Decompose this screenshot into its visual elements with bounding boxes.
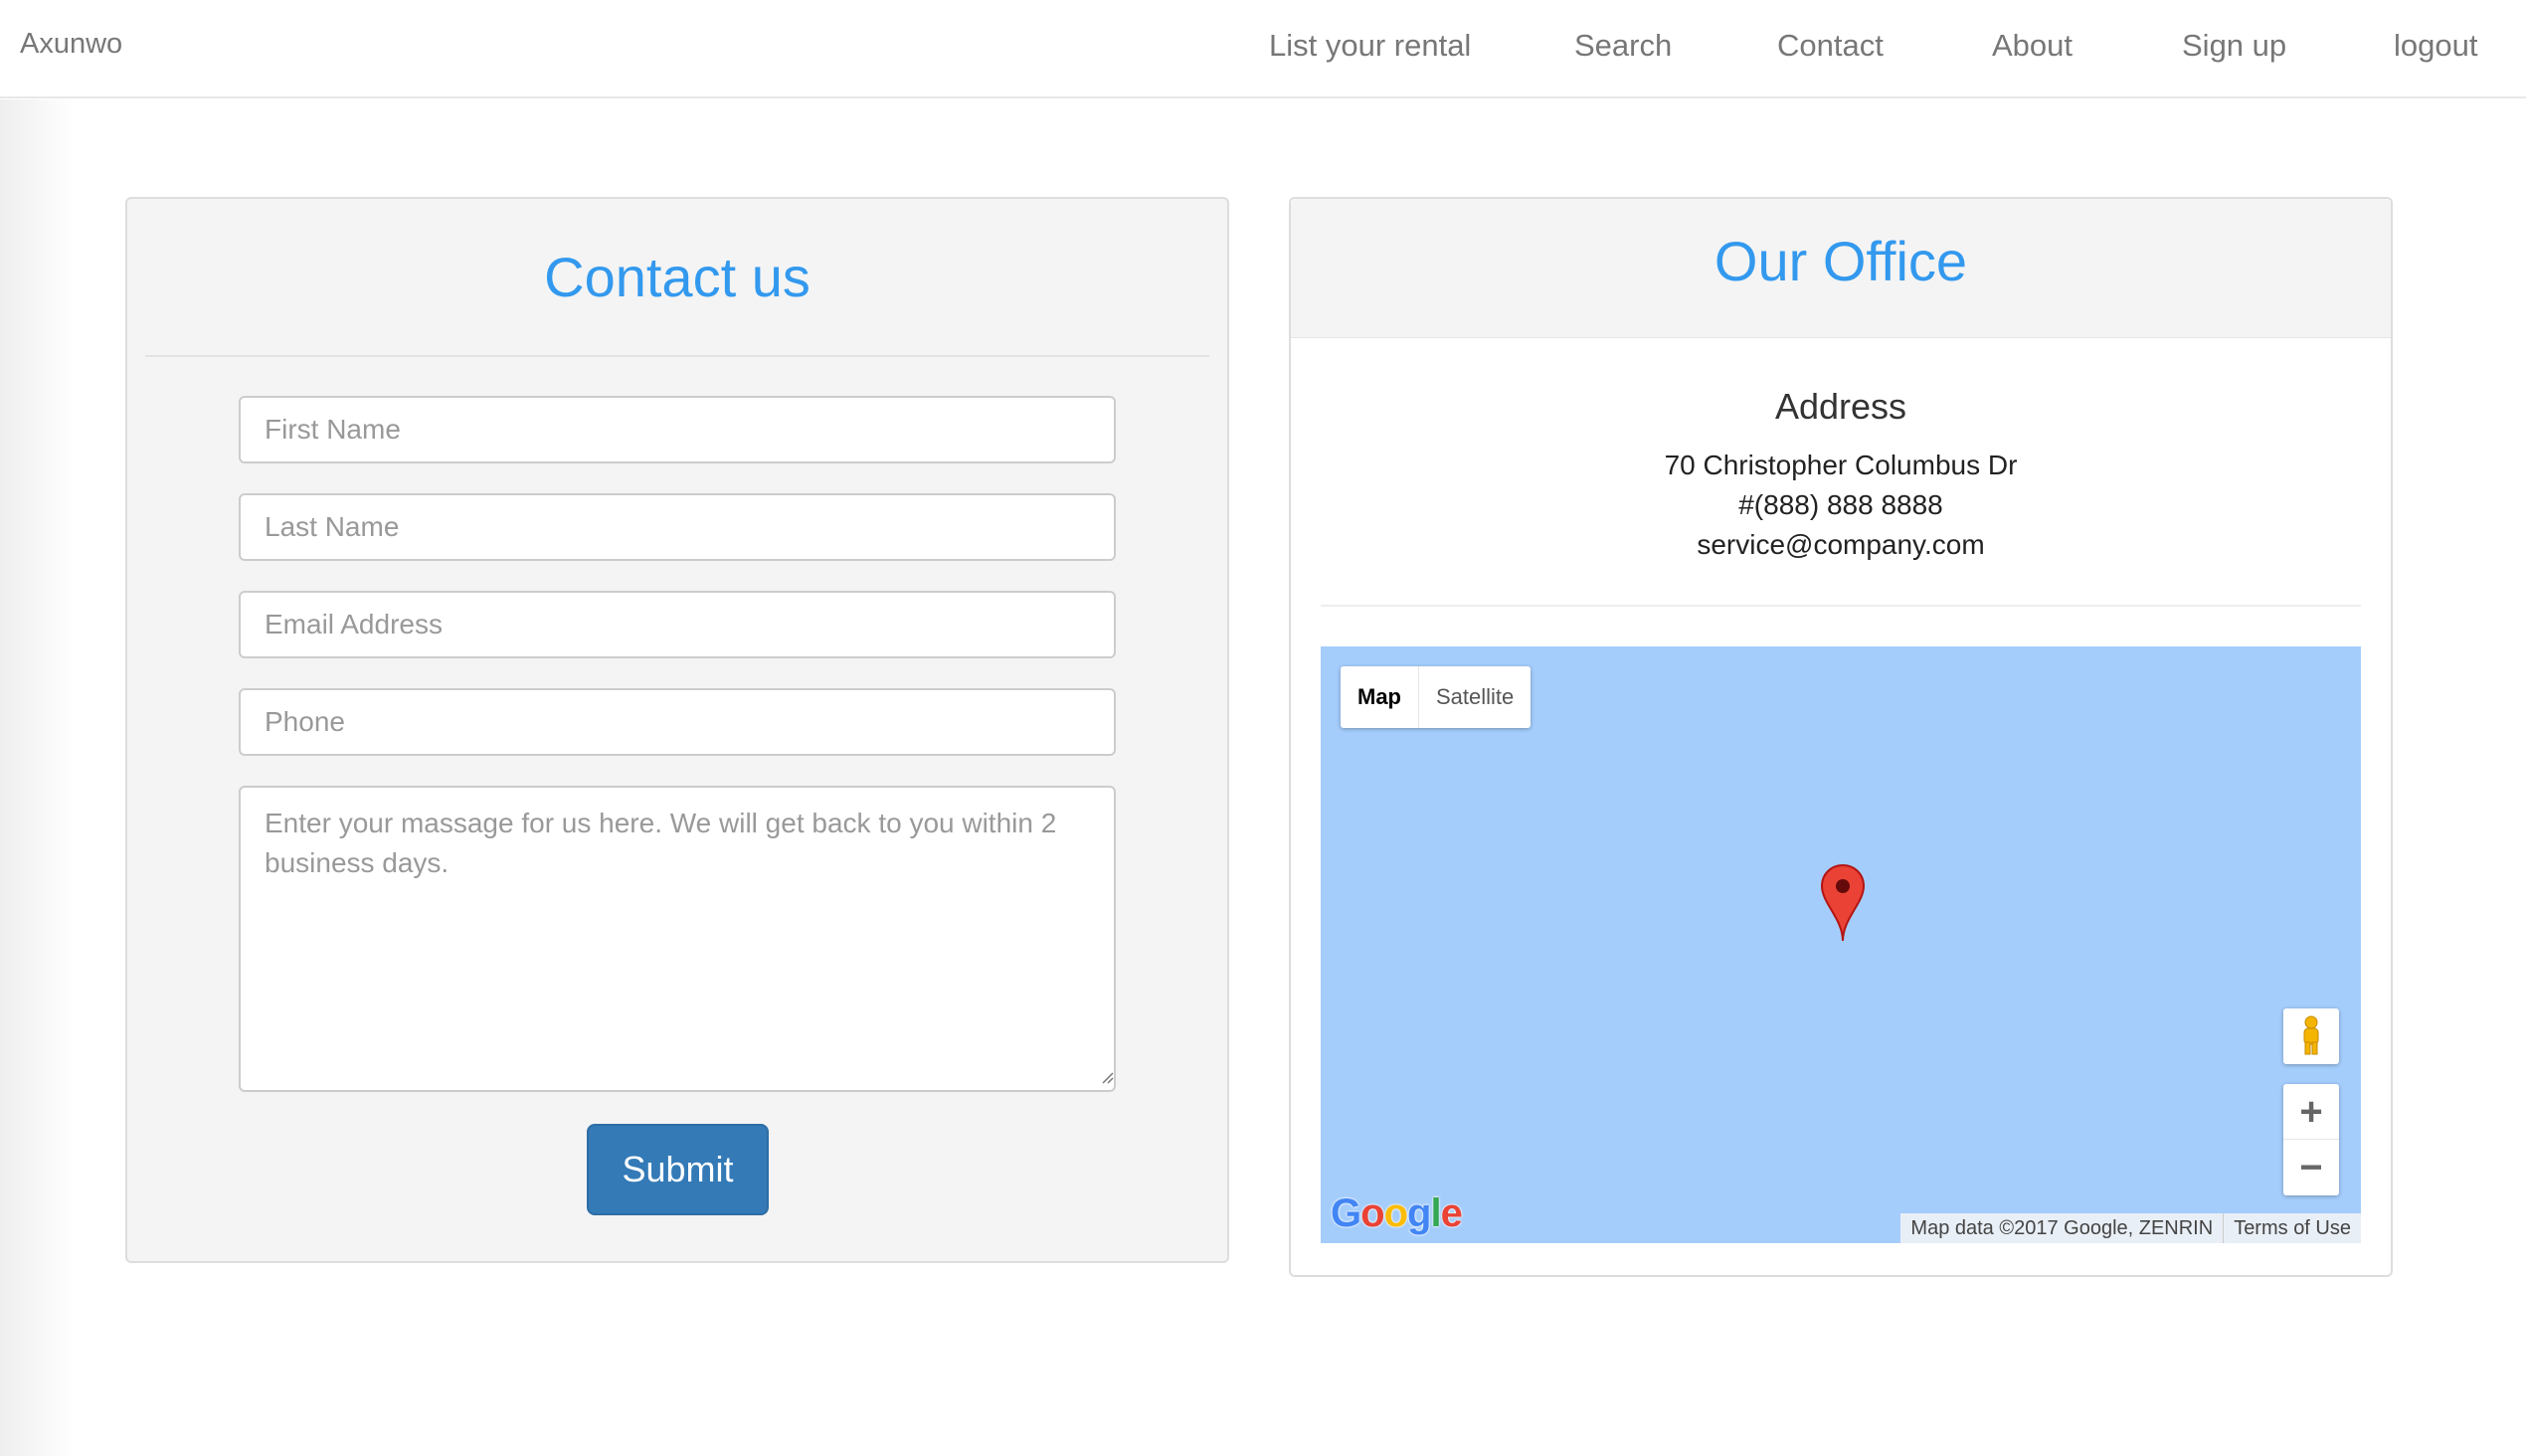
contact-divider [145, 355, 1209, 357]
google-logo: Google [1331, 1191, 1463, 1235]
map-type-map-button[interactable]: Map [1341, 666, 1419, 728]
terms-of-use-link[interactable]: Terms of Use [2223, 1213, 2361, 1243]
zoom-control: + − [2283, 1084, 2339, 1195]
map-data-credit: Map data ©2017 Google, ZENRIN [1910, 1217, 2214, 1239]
zoom-in-button[interactable]: + [2283, 1084, 2339, 1140]
zoom-out-button[interactable]: − [2283, 1140, 2339, 1195]
office-divider [1321, 605, 2361, 607]
first-name-input[interactable] [239, 396, 1116, 463]
office-panel: Our Office Address 70 Christopher Columb… [1289, 197, 2393, 1277]
phone-input[interactable] [239, 688, 1116, 756]
message-textarea[interactable] [239, 786, 1116, 1092]
map-type-satellite-button[interactable]: Satellite [1419, 666, 1531, 728]
street-view-pegman-icon[interactable] [2283, 1008, 2339, 1064]
resize-handle-icon[interactable] [1100, 1070, 1114, 1084]
navbar: Axunwo List your rental Search Contact A… [0, 0, 2526, 98]
office-header: Our Office [1291, 199, 2391, 338]
contact-panel: Contact us Submit [125, 197, 1229, 1263]
map-type-control: Map Satellite [1341, 666, 1532, 728]
nav-about[interactable]: About [1992, 28, 2073, 64]
page-left-shade [0, 99, 75, 1456]
email-input[interactable] [239, 591, 1116, 658]
nav-contact[interactable]: Contact [1777, 28, 1884, 64]
map-marker-icon[interactable] [1820, 863, 1866, 943]
office-title: Our Office [1714, 230, 1968, 292]
nav-list-your-rental[interactable]: List your rental [1269, 28, 1471, 64]
nav-logout[interactable]: logout [2394, 28, 2477, 64]
nav-sign-up[interactable]: Sign up [2182, 28, 2286, 64]
brand-logo[interactable]: Axunwo [20, 28, 122, 61]
map-attribution: Map data ©2017 Google, ZENRIN Terms of U… [1900, 1213, 2361, 1243]
contact-title: Contact us [544, 246, 811, 308]
address-street: 70 Christopher Columbus Dr [1664, 450, 2018, 480]
nav-search[interactable]: Search [1574, 28, 1672, 64]
submit-button[interactable]: Submit [587, 1124, 769, 1215]
office-map[interactable]: Map Satellite + − Google Map data ©2017 … [1321, 646, 2361, 1243]
address-phone: #(888) 888 8888 [1738, 489, 1943, 520]
address-email: service@company.com [1697, 529, 1985, 560]
address-heading: Address [1774, 386, 1907, 427]
last-name-input[interactable] [239, 493, 1116, 561]
